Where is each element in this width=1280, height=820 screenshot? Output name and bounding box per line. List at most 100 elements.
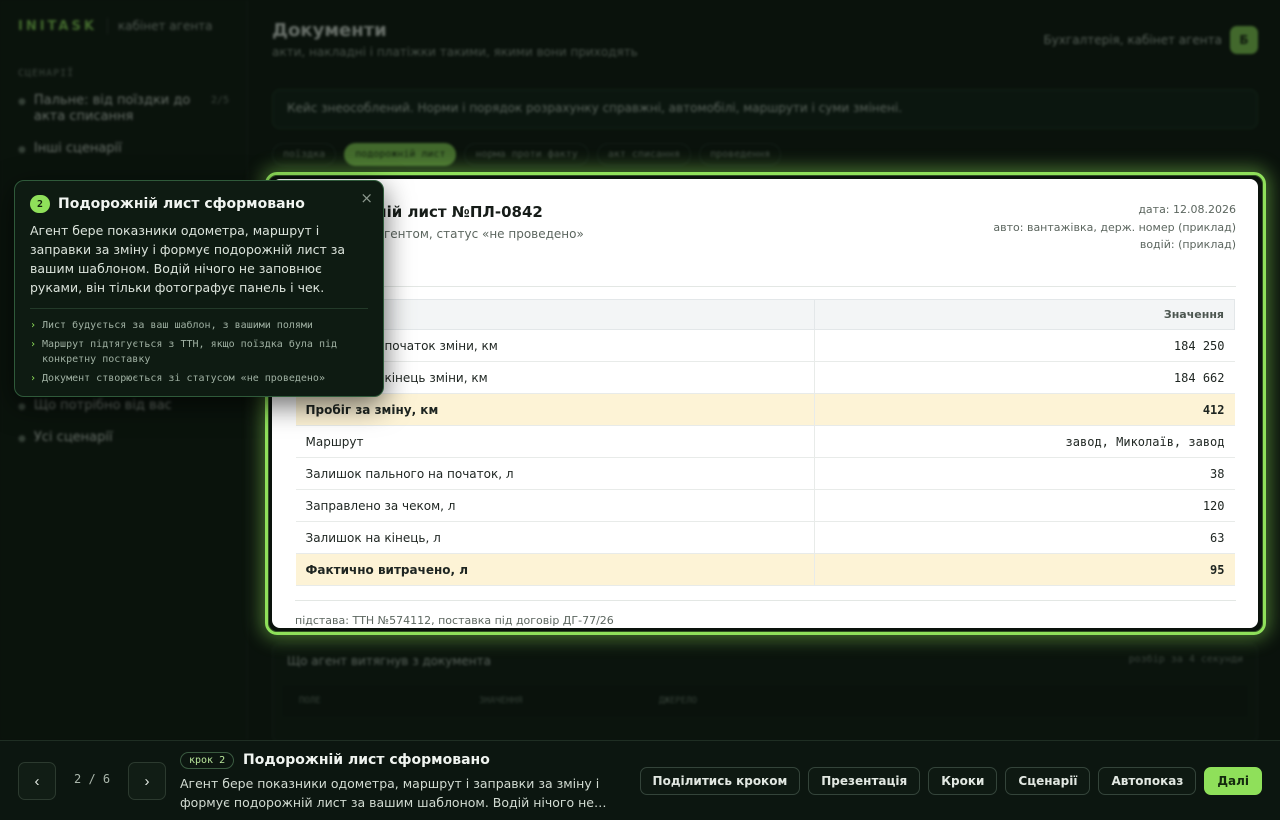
row-key: Пробіг за зміну, км [295,393,815,426]
table-row: Залишок пального на початок, л 38 [295,457,1235,490]
tab-norm-vs-fact[interactable]: норма проти факту [464,143,589,166]
popover-divider [30,308,368,309]
step-title: Подорожній лист сформовано [243,752,490,768]
share-step-button[interactable]: Поділитись кроком [639,767,801,795]
sidebar-item-all-scenarios[interactable]: ● Усі сценарії [18,430,194,446]
bullet-text: Документ створюється зі статусом «не про… [42,373,325,384]
step-number-badge: 2 [30,195,50,213]
bullet-text: Лист будується за ваш шаблон, з вашими п… [42,320,313,331]
column-header-value: Значення [814,299,1235,330]
step-popover: 2 Подорожній лист сформовано × Агент бер… [14,180,384,397]
row-key: Фактично витрачено, л [295,553,815,586]
document-date: дата: 12.08.2026 [1138,203,1236,216]
chevron-right-icon: › [30,339,37,350]
extract-header: Що агент витягнув з документа розбір за … [273,644,1257,678]
step-counter: 2 / 6 [74,772,111,786]
sidebar-item-what-needed[interactable]: ● Що потрібно від вас [18,398,194,414]
page-title: Документи [272,20,387,41]
list-item: › Документ створюється зі статусом «не пр… [30,371,368,386]
user-label: Бухгалтерія, кабінет агента [1043,33,1222,47]
step-description: Агент бере показники одометра, маршрут і… [180,776,607,810]
waybill-document: Подорожній лист №ПЛ-0842 сформовано аген… [272,179,1258,628]
brand: INITASK кабінет агента [18,18,229,34]
row-key: Заправлено за чеком, л [295,489,815,522]
sidebar-section-label: СЦЕНАРІЇ [18,68,75,79]
row-value: 95 [814,553,1235,586]
table-row: Пробіг за зміну, км 412 [295,393,1235,426]
table-row: Одометр на кінець зміни, км 184 662 [295,361,1235,394]
row-key: Маршрут [295,425,815,458]
brand-divider [106,18,108,34]
bullet-text: Маршрут підтягується з ТТН, якщо поїздка… [42,339,338,365]
close-icon[interactable]: × [360,189,373,207]
list-item: › Маршрут підтягується з ТТН, якщо поїздк… [30,337,368,367]
extract-title: Що агент витягнув з документа [287,654,491,668]
sidebar-item-fuel-scenario[interactable]: ● Пальне: від поїздки до акта списання 2… [18,93,229,125]
tab-writeoff-act[interactable]: акт списання [596,143,692,166]
row-value: 184 662 [814,361,1235,394]
extract-col-source: ДЖЕРЕЛО [659,696,697,706]
table-row: Фактично витрачено, л 95 [295,553,1235,586]
sidebar-item-count: 2/5 [210,95,229,106]
chevron-right-icon: › [144,772,150,790]
sidebar-item-other-scenarios[interactable]: ● Інші сценарії [18,141,229,157]
step-badge: крок 2 [180,752,235,769]
extract-columns: ПОЛЕ ЗНАЧЕННЯ ДЖЕРЕЛО [283,686,1247,716]
row-value: 184 250 [814,329,1235,362]
waybill-table: Показник Значення Одометр на початок змі… [295,299,1235,586]
popover-title: Подорожній лист сформовано [58,196,305,212]
extract-panel: Що агент витягнув з документа розбір за … [272,643,1258,743]
tab-posting[interactable]: проведення [699,143,782,166]
scenarios-button[interactable]: Сценарії [1005,767,1091,795]
popover-header: 2 Подорожній лист сформовано [30,195,368,213]
row-value: 63 [814,521,1235,554]
tab-trip[interactable]: поїздка [272,143,337,166]
autoplay-button[interactable]: Автопоказ [1098,767,1197,795]
bullet-icon: ● [18,402,26,412]
sidebar-item-label: Що потрібно від вас [33,398,172,413]
row-value: 120 [814,489,1235,522]
brand-logo: INITASK [18,18,97,34]
table-row: Одометр на початок зміни, км 184 250 [295,329,1235,362]
tab-waybill[interactable]: подорожній лист [344,143,457,166]
row-value: завод, Миколаїв, завод [814,425,1235,458]
bullet-icon: ● [18,434,26,444]
next-step-arrow-button[interactable]: › [128,762,166,800]
table-header-row: Показник Значення [295,299,1235,330]
chevron-right-icon: › [30,320,37,331]
notice-banner: Кейс знеособлений. Норми і порядок розра… [272,89,1258,129]
list-item: › Лист будується за ваш шаблон, з вашими … [30,318,368,333]
chevron-left-icon: ‹ [34,772,40,790]
steps-button[interactable]: Кроки [928,767,998,795]
row-key: Залишок пального на початок, л [295,457,815,490]
user-box[interactable]: Бухгалтерія, кабінет агента Б [1043,26,1258,54]
bullet-icon: ● [18,145,26,155]
avatar: Б [1230,26,1258,54]
bullet-icon: ● [18,97,26,107]
extract-col-field: ПОЛЕ [299,696,321,706]
popover-description: Агент бере показники одометра, маршрут і… [30,223,346,295]
tour-bottom-bar: ‹ 2 / 6 › крок 2 Подорожній лист сформов… [0,740,1280,820]
chevron-right-icon: › [30,373,37,384]
document-header: Подорожній лист №ПЛ-0842 сформовано аген… [295,201,1236,287]
document-vehicle: авто: вантажівка, держ. номер (приклад) [993,220,1236,234]
sidebar-item-label: Пальне: від поїздки до акта списання [33,93,191,124]
sidebar-item-label: Інші сценарії [33,141,122,156]
row-value: 412 [814,393,1235,426]
table-row: Маршрут завод, Миколаїв, завод [295,425,1235,458]
sidebar-item-label: Усі сценарії [33,430,113,445]
row-value: 38 [814,457,1235,490]
tour-actions: Поділитись кроком Презентація Кроки Сцен… [639,767,1262,795]
prev-step-button[interactable]: ‹ [18,762,56,800]
table-row: Заправлено за чеком, л 120 [295,489,1235,522]
next-button[interactable]: Далі [1204,767,1262,795]
sidebar-lower-group: ● Що потрібно від вас ● Усі сценарії [18,398,194,462]
extract-timing: розбір за 4 секунди [1128,654,1243,665]
page-subtitle: акти, накладні і платіжки такими, якими … [272,45,638,59]
document-footer: підстава: ТТН №574112, поставка під дого… [295,600,1236,627]
table-row: Залишок на кінець, л 63 [295,521,1235,554]
document-meta: дата: 12.08.2026 авто: вантажівка, держ.… [993,201,1236,254]
document-tabs: поїздка подорожній лист норма проти факт… [272,143,782,166]
extract-col-value: ЗНАЧЕННЯ [479,696,523,706]
presentation-button[interactable]: Презентація [808,767,921,795]
